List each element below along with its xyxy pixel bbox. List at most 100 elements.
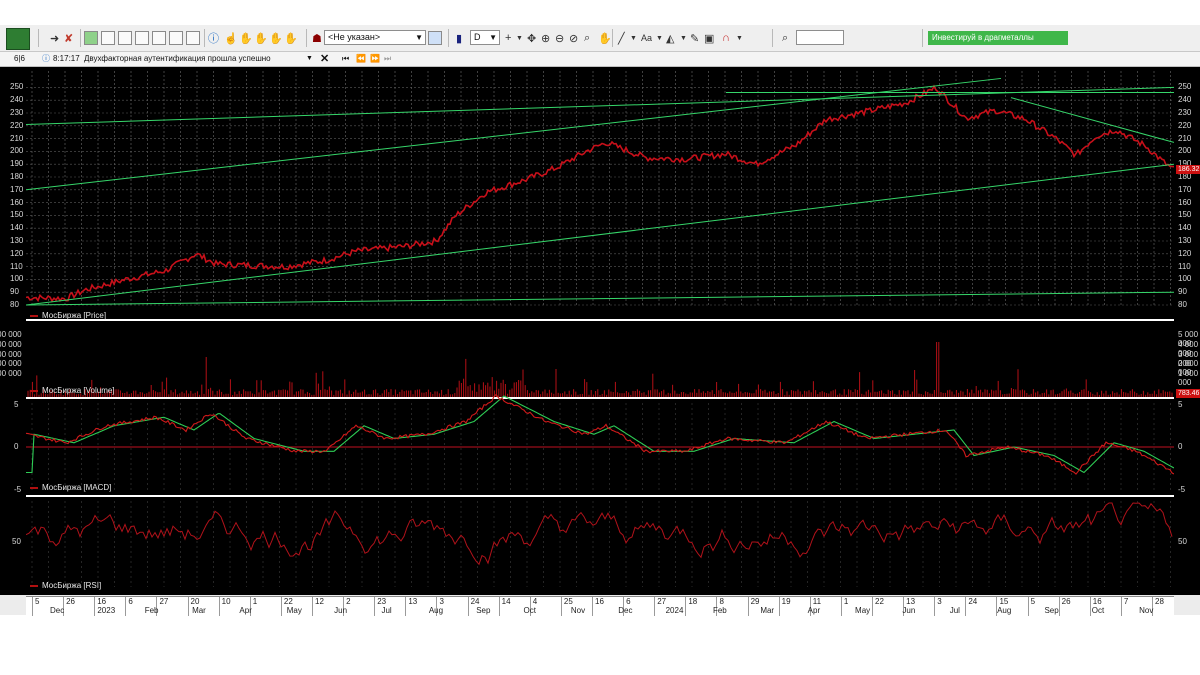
- hand-buy-icon[interactable]: ✋: [239, 30, 253, 46]
- trend-line: [1010, 97, 1174, 143]
- price-axis-label: 120: [1178, 248, 1192, 258]
- date-month-label: Jul: [381, 606, 392, 615]
- macd-axis-label: 0: [1178, 442, 1183, 451]
- user-icon[interactable]: ☗: [312, 30, 322, 46]
- message-counter: 6|6: [14, 54, 25, 63]
- rsi-line: [26, 502, 1173, 566]
- date-tick: [1027, 597, 1029, 616]
- info-icon[interactable]: ⓘ: [208, 30, 219, 46]
- date-tick: [778, 597, 780, 616]
- next-message-icon[interactable]: ⏩: [370, 53, 380, 65]
- move-icon[interactable]: ✥: [527, 30, 536, 46]
- zoom-in-icon[interactable]: ⊕: [541, 30, 550, 46]
- chevron-down-icon[interactable]: ▼: [516, 30, 523, 46]
- date-tick: [374, 597, 376, 616]
- search-icon[interactable]: ⌕: [782, 30, 788, 46]
- date-day-label: 24: [968, 597, 978, 606]
- macd-axis-label: -5: [14, 484, 22, 494]
- close-icon[interactable]: ✕: [320, 53, 329, 65]
- hand-sell-icon[interactable]: ✋: [254, 30, 268, 46]
- date-tick: [312, 597, 313, 616]
- price-axis-label: 190: [10, 159, 24, 169]
- layers-icon[interactable]: ▣: [704, 30, 714, 46]
- eraser-icon[interactable]: ✎: [690, 30, 699, 46]
- trading-terminal-window: ➜ ✘ ⓘ ☝ ✋ ✋ ✋ ✋ ☗ <Не указан> ▼ ▮ D ▼ + ▼ …: [0, 25, 1200, 616]
- price-axis-label: 200: [10, 146, 24, 156]
- date-day-label: 5: [35, 597, 40, 606]
- chevron-down-icon[interactable]: ▼: [306, 53, 313, 65]
- account-settings-icon[interactable]: [428, 31, 442, 45]
- text-tool-icon[interactable]: Aa: [641, 30, 652, 46]
- date-day-label: 26: [1061, 597, 1071, 606]
- account-select[interactable]: <Не указан> ▼: [324, 30, 426, 45]
- trades-icon[interactable]: [152, 31, 166, 45]
- app-logo-icon[interactable]: [6, 28, 30, 50]
- date-day-label: 1: [252, 597, 258, 606]
- hand-icon[interactable]: ☝: [224, 30, 238, 46]
- chevron-down-icon[interactable]: ▼: [680, 30, 687, 46]
- pan-icon[interactable]: ✋: [598, 30, 612, 46]
- volume-axis-label: 1 000 000: [0, 369, 22, 379]
- magnifier-icon[interactable]: ⌕: [584, 30, 590, 46]
- date-tick: [1089, 597, 1091, 616]
- date-axis: 5 26 16 6 27 20 10 1 22 12 2 23 13 3 24 14 4 25 16 6 27 18 8 29…: [26, 596, 1174, 616]
- price-axis-label: 130: [1178, 236, 1192, 245]
- date-day-label: 16: [595, 597, 604, 606]
- macd-panel-label: МосБиржа [MACD]: [30, 483, 111, 492]
- search-input[interactable]: [796, 30, 844, 45]
- magnet-icon[interactable]: ∩: [722, 30, 730, 46]
- interval-select[interactable]: D ▼: [470, 30, 500, 45]
- date-month-label: Jun: [902, 606, 916, 615]
- date-month-label: Apr: [239, 606, 252, 615]
- date-day-label: 22: [283, 597, 293, 606]
- zoom-out-icon[interactable]: ⊖: [555, 30, 564, 46]
- arrow-right-icon[interactable]: ➜: [50, 30, 59, 46]
- chevron-down-icon[interactable]: ▼: [630, 30, 637, 46]
- date-month-label: Feb: [144, 606, 159, 615]
- hand-move-icon[interactable]: ✋: [284, 30, 298, 46]
- bar-chart-icon[interactable]: ▮: [456, 30, 462, 46]
- fill-icon[interactable]: ◭: [666, 30, 674, 46]
- date-day-label: 25: [563, 597, 573, 606]
- date-day-label: 10: [221, 597, 231, 606]
- first-message-icon[interactable]: ⏮: [342, 53, 349, 65]
- news-icon[interactable]: [186, 31, 200, 45]
- price-axis-label: 230: [10, 108, 24, 117]
- date-day-label: 27: [657, 597, 667, 606]
- hand-cancel-icon[interactable]: ✋: [269, 30, 283, 46]
- date-day-label: 23: [377, 597, 387, 606]
- crosshair-icon[interactable]: +: [505, 30, 511, 46]
- date-day-label: 11: [812, 597, 822, 606]
- date-tick: [32, 597, 33, 616]
- macd-signal-line: [26, 395, 1174, 474]
- price-axis-label: 250: [1178, 82, 1192, 92]
- price-axis-label: 80: [1178, 300, 1187, 309]
- chart-area[interactable]: МосБиржа [Price] МосБиржа [Volume] МосБи…: [26, 67, 1174, 595]
- orders-icon[interactable]: [135, 31, 149, 45]
- window-icon[interactable]: [101, 31, 115, 45]
- price-axis-label: 130: [10, 236, 24, 245]
- portfolio-icon[interactable]: [169, 31, 183, 45]
- price-axis-label: 100: [1178, 274, 1192, 284]
- chevron-down-icon[interactable]: ▼: [656, 30, 663, 46]
- price-axis-label: 120: [10, 248, 24, 258]
- date-tick: [934, 597, 936, 616]
- trendline-icon[interactable]: ╱: [618, 30, 625, 46]
- invest-banner[interactable]: Инвестируй в драгметаллы: [928, 31, 1068, 45]
- date-day-label: 24: [470, 597, 480, 606]
- disconnect-icon[interactable]: ✘: [64, 30, 73, 46]
- last-message-icon[interactable]: ⏭: [384, 53, 391, 65]
- price-axis-label: 160: [1178, 197, 1192, 207]
- zoom-fit-icon[interactable]: ⊘: [569, 30, 578, 46]
- date-tick: [560, 597, 562, 616]
- date-tick: [840, 597, 842, 616]
- refresh-icon[interactable]: [84, 31, 98, 45]
- info-icon: ⓘ: [42, 54, 50, 63]
- prev-message-icon[interactable]: ⏪: [356, 53, 366, 65]
- chevron-down-icon[interactable]: ▼: [736, 30, 743, 46]
- price-axis-label: 90: [10, 287, 19, 297]
- price-axis-label: 240: [1178, 95, 1192, 105]
- table-icon[interactable]: [118, 31, 132, 45]
- date-month-label: May: [286, 606, 302, 615]
- price-axis-label: 230: [1178, 108, 1192, 117]
